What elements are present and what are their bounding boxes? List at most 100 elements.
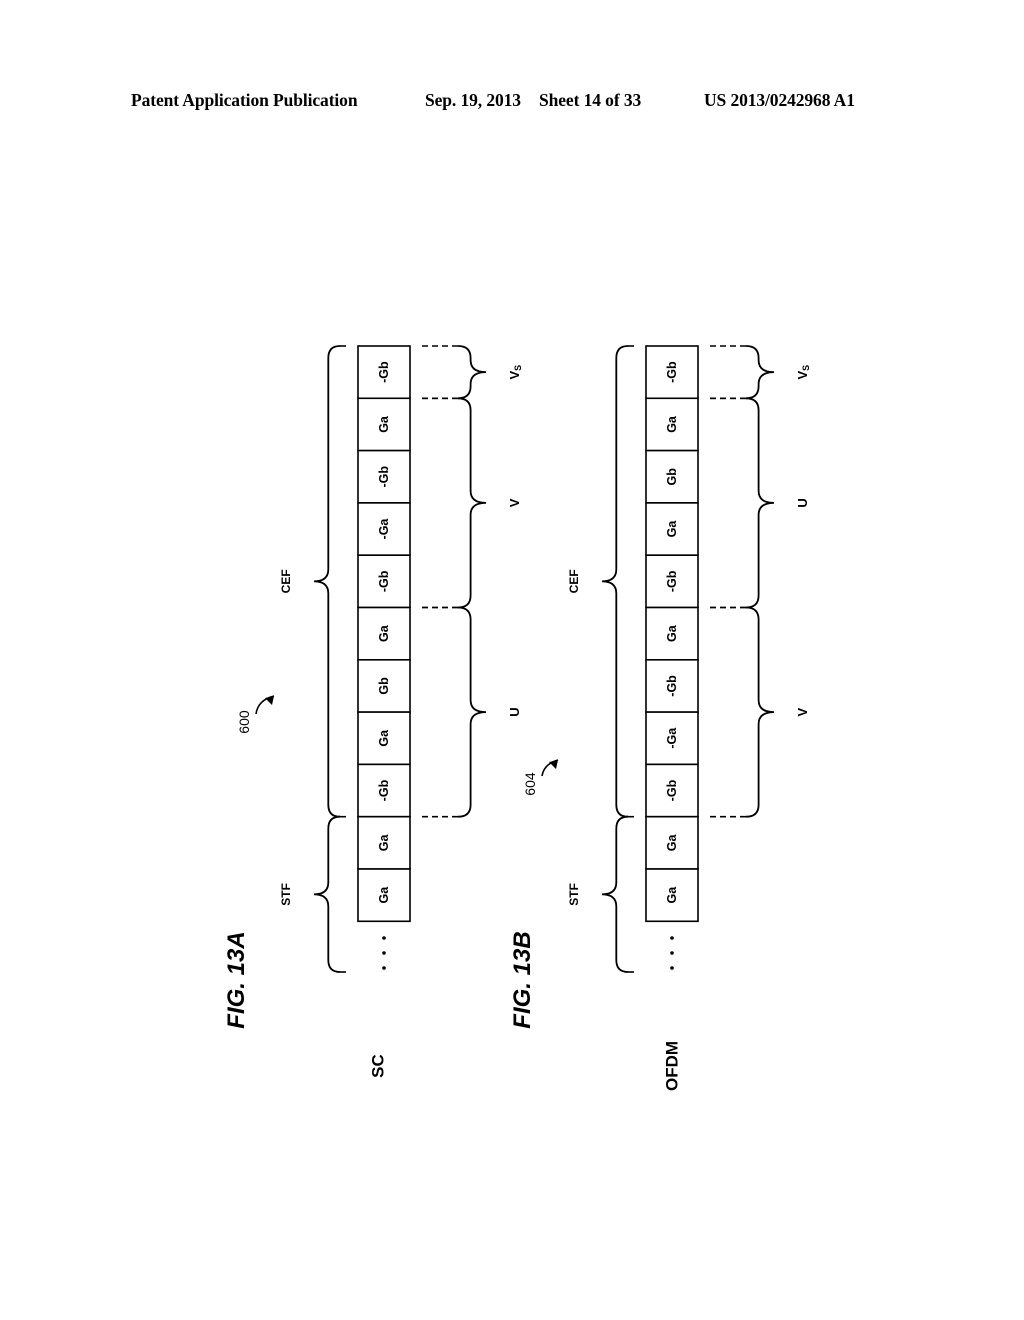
right-brace: U bbox=[710, 397, 810, 609]
right-brace: U bbox=[422, 606, 522, 818]
brace-label-subscript: S bbox=[513, 365, 523, 371]
figure-13a: -GbGa-Gb-Ga-GbGaGbGa-GbGaGaCEFSTFVSVUFIG… bbox=[223, 345, 524, 1078]
brace-label-main: V bbox=[795, 707, 810, 716]
figure-title-text: FIG. 13B bbox=[509, 931, 536, 1028]
sequence-cell-label: Ga bbox=[665, 520, 679, 538]
sequence-cell: Ga bbox=[357, 711, 411, 766]
ellipsis-dot bbox=[670, 966, 674, 970]
right-brace: V bbox=[422, 397, 522, 609]
figure-title-prefix: FIG. bbox=[509, 975, 536, 1028]
reference-arrow bbox=[255, 695, 275, 715]
right-brace: VS bbox=[710, 345, 812, 400]
brace-v bbox=[745, 606, 775, 818]
sequence-cell-label: -Gb bbox=[377, 361, 391, 383]
sequence-cell: Ga bbox=[645, 397, 699, 452]
sequence-cell-label: -Gb bbox=[665, 361, 679, 383]
sequence-cell: -Gb bbox=[645, 554, 699, 609]
brace-stf bbox=[313, 815, 341, 973]
sequence-cell-label: Ga bbox=[377, 729, 391, 747]
brace-label-main: V bbox=[795, 370, 810, 379]
brace-label-main: V bbox=[507, 370, 522, 379]
brace-label-main: V bbox=[507, 498, 522, 507]
brace-u bbox=[745, 397, 775, 609]
left-brace-cef: CEF bbox=[279, 345, 346, 818]
brace-label-stf: STF bbox=[279, 883, 293, 906]
ellipsis-dot bbox=[670, 936, 674, 940]
left-brace-cef: CEF bbox=[567, 345, 634, 818]
ellipsis bbox=[670, 936, 674, 970]
left-brace-stf: STF bbox=[567, 815, 634, 973]
sequence-cell: Ga bbox=[357, 868, 411, 923]
brace-label-main: U bbox=[507, 707, 522, 716]
sequence-cell: Ga bbox=[357, 815, 411, 870]
sequence-cell: -Ga bbox=[357, 502, 411, 556]
brace-label-cef: CEF bbox=[279, 569, 293, 593]
figure-title: FIG. 13B bbox=[509, 931, 536, 1028]
right-brace: V bbox=[710, 606, 810, 818]
brace-stf bbox=[601, 815, 629, 973]
mode-label: SC bbox=[369, 1054, 388, 1078]
sequence-cell: Ga bbox=[645, 502, 699, 556]
figure-title-number: 13B bbox=[509, 931, 536, 975]
brace-label-v: V bbox=[795, 707, 810, 716]
sequence-cell-label: -Gb bbox=[665, 570, 679, 592]
sequence-cell: -Gb bbox=[357, 554, 411, 609]
ellipsis-dot bbox=[382, 951, 386, 955]
sequence-cell-label: Ga bbox=[377, 833, 391, 851]
sequence-cell: Ga bbox=[357, 606, 411, 661]
sequence-cell: -Ga bbox=[645, 711, 699, 766]
brace-cef bbox=[313, 345, 341, 818]
sequence-cell: Gb bbox=[357, 658, 411, 713]
sequence-cell-label: -Gb bbox=[377, 570, 391, 592]
sequence-cell: Ga bbox=[645, 606, 699, 661]
arrow-head-icon bbox=[549, 760, 558, 769]
sequence-cell-label: -Gb bbox=[377, 466, 391, 488]
brace-vs bbox=[745, 345, 775, 400]
sequence-cell: -Gb bbox=[645, 658, 699, 713]
sequence-cell-label: Ga bbox=[377, 886, 391, 904]
sequence-cell-label: -Ga bbox=[665, 727, 679, 749]
left-brace-stf: STF bbox=[279, 815, 346, 973]
brace-label-cef: CEF bbox=[567, 569, 581, 593]
brace-u bbox=[457, 606, 487, 818]
sequence-cell-label: -Gb bbox=[665, 675, 679, 697]
figure-title-prefix: FIG. bbox=[223, 975, 250, 1028]
reference-numeral: 600 bbox=[236, 710, 252, 734]
sequence-cell-label: -Gb bbox=[377, 779, 391, 801]
figure-canvas: -GbGa-Gb-Ga-GbGaGbGa-GbGaGaCEFSTFVSVUFIG… bbox=[223, 345, 812, 1091]
sequence-cell: -Gb bbox=[357, 763, 411, 818]
figure-13b: -GbGaGbGa-GbGa-Gb-Ga-GbGaGaCEFSTFVSUVFIG… bbox=[509, 345, 812, 1091]
sequence-cell-label: Gb bbox=[665, 468, 679, 486]
sequence-cell-label: -Ga bbox=[377, 518, 391, 540]
brace-vs bbox=[457, 345, 487, 400]
sequence-cell-label: Ga bbox=[665, 624, 679, 642]
sequence-cell-label: -Gb bbox=[665, 779, 679, 801]
brace-label-u: U bbox=[507, 707, 522, 716]
right-brace: VS bbox=[422, 345, 524, 400]
sequence-cell-label: Ga bbox=[665, 415, 679, 433]
brace-label-main: U bbox=[795, 498, 810, 507]
brace-label-stf: STF bbox=[567, 883, 581, 906]
sequence-cell: -Gb bbox=[645, 763, 699, 818]
sequence-cell: Gb bbox=[645, 449, 699, 504]
reference-arrow bbox=[541, 759, 559, 777]
brace-label-v: V bbox=[507, 498, 522, 507]
sequence-cell: Ga bbox=[645, 868, 699, 923]
sequence-cell: -Gb bbox=[645, 345, 699, 400]
sequence-cell-label: Ga bbox=[377, 415, 391, 433]
sequence-cell-label: Gb bbox=[377, 677, 391, 695]
sequence-cell-label: Ga bbox=[377, 624, 391, 642]
sequence-cell: -Gb bbox=[357, 345, 411, 400]
sequence-cell: -Gb bbox=[357, 449, 411, 504]
brace-v bbox=[457, 397, 487, 609]
figure-title: FIG. 13A bbox=[223, 931, 250, 1028]
brace-label-vs: VS bbox=[795, 365, 812, 380]
reference-numeral: 604 bbox=[522, 772, 538, 796]
sequence-cell: Ga bbox=[645, 815, 699, 870]
figure-title-number: 13A bbox=[223, 931, 250, 975]
ellipsis-dot bbox=[382, 966, 386, 970]
arrow-head-icon bbox=[265, 696, 274, 705]
mode-label: OFDM bbox=[663, 1041, 682, 1091]
brace-label-u: U bbox=[795, 498, 810, 507]
brace-label-vs: VS bbox=[507, 365, 524, 380]
